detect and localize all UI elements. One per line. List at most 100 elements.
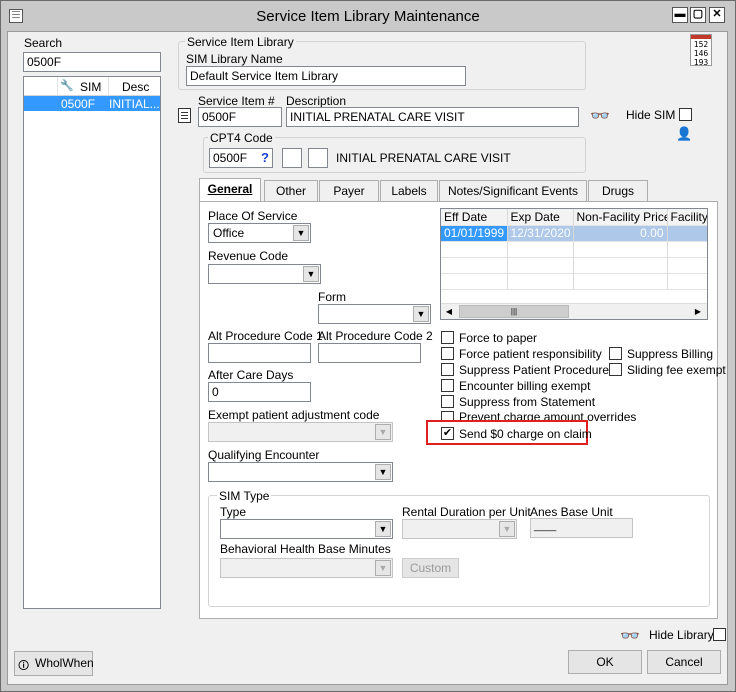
scroll-thumb[interactable]: ||| bbox=[459, 305, 569, 318]
checkbox-box[interactable] bbox=[441, 379, 454, 392]
table-row[interactable] bbox=[441, 273, 707, 290]
glasses-icon[interactable]: 👓 bbox=[620, 626, 640, 646]
close-button[interactable]: ✕ bbox=[709, 7, 725, 23]
place-of-service-value: Office bbox=[213, 226, 245, 240]
column-header-eff-date[interactable]: Eff Date bbox=[441, 209, 508, 226]
chevron-down-icon[interactable]: ▼ bbox=[293, 225, 309, 241]
alt-procedure-1-field[interactable] bbox=[208, 343, 311, 363]
checkbox-box[interactable] bbox=[441, 395, 454, 408]
checkbox-label: Sliding fee exempt bbox=[627, 363, 726, 377]
maximize-button[interactable]: ▢ bbox=[690, 7, 706, 23]
calendar-icon[interactable]: 152 146 193 bbox=[690, 34, 712, 67]
chevron-down-icon: ▼ bbox=[499, 521, 515, 537]
tab-general-label: General bbox=[207, 182, 253, 196]
info-icon: 🛈 bbox=[18, 660, 30, 672]
behavioral-health-label: Behavioral Health Base Minutes bbox=[220, 542, 391, 556]
whowhen-label: WholWhen bbox=[35, 656, 94, 670]
cpt4-modifier-1[interactable] bbox=[282, 148, 302, 168]
after-care-days-label: After Care Days bbox=[208, 368, 294, 382]
place-of-service-select[interactable]: Office ▼ bbox=[208, 223, 311, 243]
chevron-down-icon[interactable]: ▼ bbox=[375, 521, 391, 537]
notes-icon[interactable] bbox=[178, 108, 191, 123]
exempt-adjustment-label: Exempt patient adjustment code bbox=[208, 408, 380, 422]
column-header-desc[interactable]: Desc bbox=[122, 80, 149, 94]
ok-button[interactable]: OK bbox=[568, 650, 642, 674]
checkbox-label: Force patient responsibility bbox=[459, 347, 602, 361]
column-header-exp-date[interactable]: Exp Date bbox=[507, 209, 574, 226]
alt-procedure-2-label: Alt Procedure Code 2 bbox=[318, 329, 433, 343]
tab-other-label: Other bbox=[275, 184, 306, 198]
tab-notes[interactable]: Notes/Significant Events bbox=[439, 180, 587, 201]
glasses-icon[interactable]: 👓 bbox=[590, 106, 610, 126]
description-field[interactable]: INITIAL PRENATAL CARE VISIT bbox=[286, 107, 579, 127]
table-row[interactable] bbox=[441, 241, 707, 258]
checkbox-box[interactable] bbox=[441, 347, 454, 360]
qualifying-encounter-select[interactable]: ▼ bbox=[208, 462, 393, 482]
person-info-icon[interactable]: 👤 bbox=[676, 126, 694, 144]
column-header-sim[interactable]: SIM bbox=[80, 80, 101, 94]
exempt-adjustment-select: ▼ bbox=[208, 422, 393, 442]
tab-other[interactable]: Other bbox=[264, 180, 318, 201]
column-header-facility-price[interactable]: Facility F bbox=[667, 209, 707, 226]
after-care-days-field[interactable]: 0 bbox=[208, 382, 311, 402]
cancel-button[interactable]: Cancel bbox=[647, 650, 721, 674]
cpt4-label: CPT4 Code bbox=[208, 131, 275, 145]
form-select[interactable]: ▼ bbox=[318, 304, 431, 324]
tab-general[interactable]: General bbox=[199, 178, 261, 202]
fee-schedule-grid[interactable]: Eff Date Exp Date Non-Facility Price Fac… bbox=[440, 208, 708, 320]
cell-facility-price bbox=[667, 225, 707, 242]
hide-library-label: Hide Library bbox=[649, 628, 714, 642]
chevron-down-icon[interactable]: ▼ bbox=[413, 306, 429, 322]
title-bar[interactable]: Service Item Library Maintenance ▬ ▢ ✕ bbox=[1, 1, 735, 32]
tab-payer[interactable]: Payer bbox=[319, 180, 379, 201]
checkbox-box[interactable] bbox=[441, 331, 454, 344]
alt-procedure-2-field[interactable] bbox=[318, 343, 421, 363]
tab-drugs-label: Drugs bbox=[601, 184, 634, 198]
cpt4-code-field[interactable]: 0500F ? bbox=[209, 148, 273, 168]
hide-sim-checkbox[interactable] bbox=[679, 108, 692, 121]
tab-payer-label: Payer bbox=[333, 184, 365, 198]
type-select[interactable]: ▼ bbox=[220, 519, 393, 539]
hide-library-checkbox[interactable] bbox=[713, 628, 726, 641]
cpt4-modifier-2[interactable] bbox=[308, 148, 328, 168]
qualifying-encounter-label: Qualifying Encounter bbox=[208, 448, 320, 462]
scroll-right-icon[interactable]: ▶ bbox=[691, 305, 705, 318]
tab-notes-label: Notes/Significant Events bbox=[447, 184, 579, 198]
library-name-field[interactable]: Default Service Item Library bbox=[186, 66, 466, 86]
checkbox-box[interactable] bbox=[609, 347, 622, 360]
checkbox-label: Send $0 charge on claim bbox=[459, 427, 592, 441]
scroll-left-icon[interactable]: ◀ bbox=[442, 305, 456, 318]
tab-labels-label: Labels bbox=[391, 184, 427, 198]
tab-labels[interactable]: Labels bbox=[380, 180, 438, 201]
alt-procedure-1-label: Alt Procedure Code 1 bbox=[208, 329, 323, 343]
search-results-list[interactable]: 🔧 SIM Desc 0500F INITIAL... bbox=[23, 76, 161, 609]
whowhen-button[interactable]: 🛈 WholWhen bbox=[14, 651, 94, 676]
checkbox-box[interactable] bbox=[609, 363, 622, 376]
checkbox-box[interactable]: ✔ bbox=[441, 427, 454, 440]
hide-sim-label: Hide SIM bbox=[626, 108, 676, 122]
search-label: Search bbox=[24, 36, 63, 50]
chevron-down-icon[interactable]: ▼ bbox=[303, 266, 319, 282]
checkbox-box[interactable] bbox=[441, 363, 454, 376]
list-item[interactable]: 0500F INITIAL... bbox=[24, 96, 160, 111]
calendar-line: 152 bbox=[693, 40, 709, 49]
minimize-button[interactable]: ▬ bbox=[672, 7, 688, 23]
checkbox-label: Suppress Patient Procedure bbox=[459, 363, 610, 377]
chevron-down-icon[interactable]: ▼ bbox=[375, 464, 391, 480]
revenue-code-select[interactable]: ▼ bbox=[208, 264, 321, 284]
checkbox-label: Encounter billing exempt bbox=[459, 379, 591, 393]
cell-eff-date: 01/01/1999 bbox=[441, 225, 508, 242]
window-title: Service Item Library Maintenance bbox=[256, 8, 480, 25]
library-name-label: SIM Library Name bbox=[186, 52, 283, 66]
search-input[interactable]: 0500F bbox=[23, 52, 161, 72]
tab-drugs[interactable]: Drugs bbox=[588, 180, 648, 201]
cpt4-help-icon[interactable]: ? bbox=[261, 150, 269, 165]
column-header-non-facility-price[interactable]: Non-Facility Price bbox=[573, 209, 668, 226]
calendar-line: 146 bbox=[693, 49, 709, 58]
sim-type-label: SIM Type bbox=[217, 489, 272, 503]
table-row[interactable]: 01/01/1999 12/31/2020 0.00 bbox=[441, 225, 707, 242]
rental-duration-select: ▼ bbox=[402, 519, 517, 539]
horizontal-scrollbar[interactable]: ◀ ||| ▶ bbox=[441, 303, 707, 319]
table-row[interactable] bbox=[441, 257, 707, 274]
service-item-field[interactable]: 0500F bbox=[198, 107, 282, 127]
